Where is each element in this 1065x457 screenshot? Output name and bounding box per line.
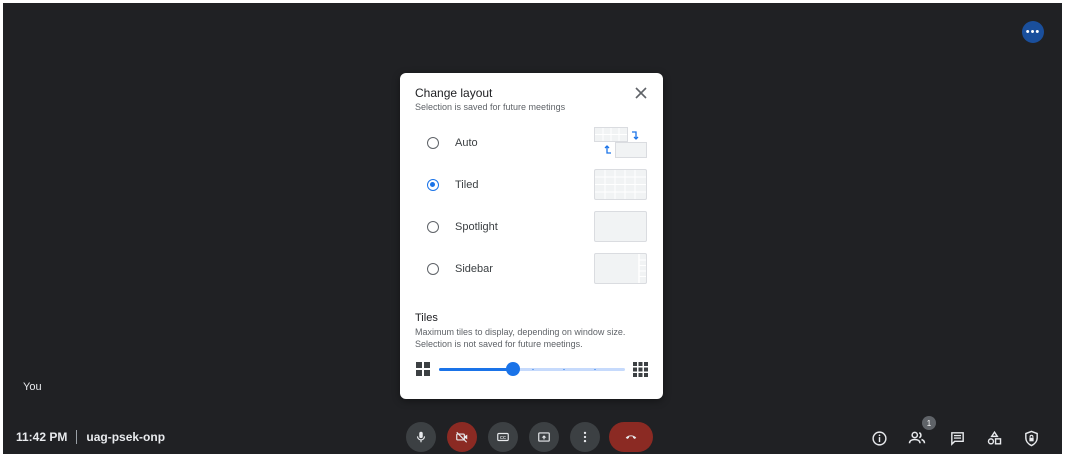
- tiles-slider-fill: [439, 368, 514, 371]
- radio-tiled[interactable]: [427, 179, 439, 191]
- layout-option-sidebar[interactable]: Sidebar: [425, 253, 650, 287]
- more-tiles-icon: [633, 362, 648, 377]
- layout-option-tiled[interactable]: Tiled: [425, 169, 650, 203]
- tiles-description: Maximum tiles to display, depending on w…: [415, 326, 655, 350]
- end-call-icon: [625, 435, 637, 440]
- dialog-title: Change layout: [415, 86, 493, 100]
- meeting-info-button[interactable]: [869, 428, 889, 448]
- captions-button[interactable]: CC: [488, 422, 518, 452]
- activities-icon: [987, 430, 1001, 445]
- present-button[interactable]: [529, 422, 559, 452]
- end-call-button[interactable]: [609, 422, 653, 452]
- chat-button[interactable]: [947, 428, 967, 448]
- microphone-icon: [416, 431, 426, 443]
- layout-option-auto[interactable]: Auto: [425, 127, 650, 161]
- captions-icon: CC: [497, 432, 509, 442]
- microphone-button[interactable]: [406, 422, 436, 452]
- camera-off-icon: [456, 431, 468, 443]
- chat-icon: [950, 431, 964, 446]
- layout-option-label: Spotlight: [455, 221, 498, 233]
- radio-spotlight[interactable]: [427, 221, 439, 233]
- more-options-button[interactable]: •••: [1022, 21, 1044, 43]
- spotlight-layout-preview: [594, 211, 647, 242]
- slider-tick: [594, 369, 596, 370]
- host-controls-icon: [1024, 430, 1038, 446]
- fewer-tiles-icon: [416, 362, 430, 376]
- tiled-layout-preview: [594, 169, 647, 200]
- close-icon: [635, 87, 647, 99]
- layout-option-label: Sidebar: [455, 263, 493, 275]
- people-button[interactable]: [907, 428, 927, 448]
- present-screen-icon: [538, 432, 550, 442]
- dialog-subtitle: Selection is saved for future meetings: [415, 102, 566, 112]
- tiles-slider-handle[interactable]: [506, 362, 521, 376]
- host-controls-button[interactable]: [1021, 428, 1041, 448]
- sidebar-layout-preview: [594, 253, 647, 284]
- participant-count-badge: 1: [922, 416, 936, 430]
- slider-tick: [563, 369, 565, 370]
- camera-button[interactable]: [447, 422, 477, 452]
- layout-option-label: Tiled: [455, 179, 479, 191]
- tiles-description-line: Selection is not saved for future meetin…: [415, 339, 583, 349]
- more-options-menu-button[interactable]: [570, 422, 600, 452]
- close-button[interactable]: [633, 85, 649, 101]
- people-icon: [908, 431, 926, 444]
- slider-tick: [532, 369, 534, 370]
- radio-sidebar[interactable]: [427, 263, 439, 275]
- tiles-heading: Tiles: [415, 312, 438, 324]
- more-vertical-icon: [583, 431, 587, 443]
- tiles-slider[interactable]: [439, 362, 625, 376]
- control-bar: CC: [3, 422, 1062, 454]
- tiles-description-line: Maximum tiles to display, depending on w…: [415, 327, 626, 337]
- layout-option-label: Auto: [455, 137, 478, 149]
- change-layout-dialog: Change layout Selection is saved for fut…: [400, 73, 663, 399]
- layout-option-spotlight[interactable]: Spotlight: [425, 211, 650, 245]
- more-options-icon: •••: [1025, 26, 1041, 38]
- self-tile-name: You: [23, 381, 42, 393]
- auto-layout-preview: [594, 127, 647, 158]
- info-icon: [871, 430, 887, 446]
- svg-text:CC: CC: [500, 435, 506, 440]
- radio-auto[interactable]: [427, 137, 439, 149]
- activities-button[interactable]: [984, 428, 1004, 448]
